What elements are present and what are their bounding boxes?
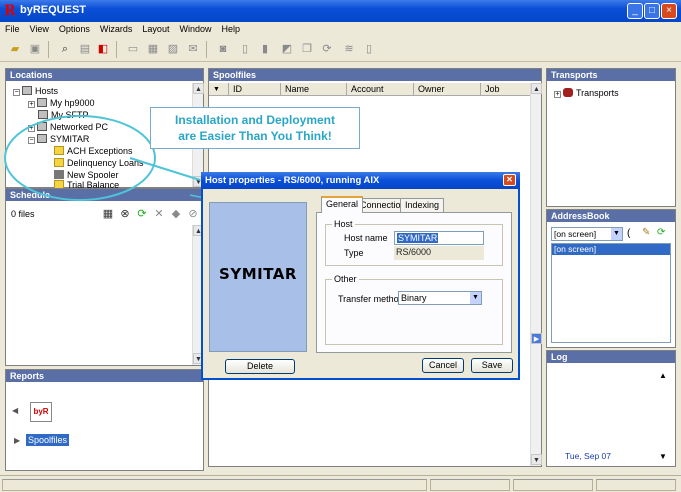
tab-general[interactable]: General xyxy=(321,196,364,213)
host-group-label: Host xyxy=(332,219,355,229)
host-preview-text: SYMITAR xyxy=(219,265,297,283)
delete-button[interactable]: Delete xyxy=(225,359,295,374)
transfer-method-select[interactable]: Binary ▼ xyxy=(398,291,482,305)
type-label: Type xyxy=(344,248,364,258)
host-name-input[interactable]: SYMITAR xyxy=(394,231,484,245)
other-group-label: Other xyxy=(332,274,359,284)
host-preview-panel: SYMITAR xyxy=(209,202,307,352)
host-name-label: Host name xyxy=(344,233,388,243)
host-properties-dialog: Host properties - RS/6000, running AIX ✕… xyxy=(201,172,520,380)
dialog-title: Host properties - RS/6000, running AIX xyxy=(205,175,380,186)
pointer-line xyxy=(129,157,201,181)
dropdown-arrow-icon[interactable]: ▼ xyxy=(470,292,481,304)
type-value: RS/6000 xyxy=(394,246,484,260)
cancel-button[interactable]: Cancel xyxy=(422,358,464,373)
tab-indexing[interactable]: Indexing xyxy=(400,198,445,212)
dialog-close-button[interactable]: ✕ xyxy=(503,174,516,186)
transfer-method-label: Transfer method xyxy=(338,294,404,304)
callout-line-2: are Easier Than You Think! xyxy=(178,129,332,143)
host-group: Host Host name SYMITAR Type RS/6000 xyxy=(325,219,503,266)
save-button[interactable]: Save xyxy=(471,358,513,373)
dialog-title-bar: Host properties - RS/6000, running AIX ✕ xyxy=(201,172,520,189)
callout-line-1: Installation and Deployment xyxy=(174,113,336,127)
other-group: Other Transfer method Binary ▼ xyxy=(325,274,503,345)
callout-bubble: Installation and Deployment are Easier T… xyxy=(150,107,360,149)
